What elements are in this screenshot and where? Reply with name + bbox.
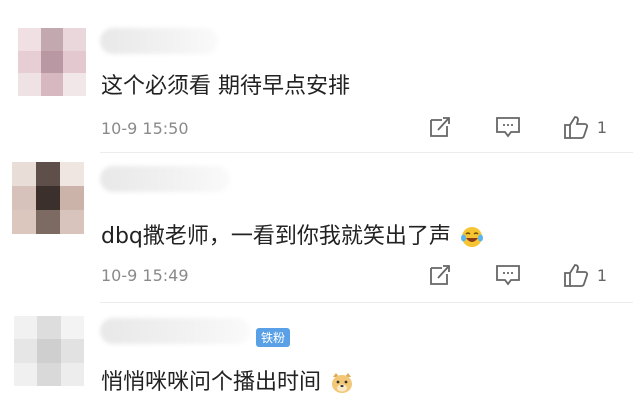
comment-icon[interactable]	[495, 262, 521, 288]
username-blurred	[100, 28, 218, 54]
thumb-up-icon[interactable]	[563, 114, 589, 140]
avatar[interactable]	[14, 316, 84, 386]
comment-actions: 1	[427, 114, 607, 140]
thumb-up-icon[interactable]	[563, 262, 589, 288]
like-count: 1	[596, 117, 607, 137]
like-count: 1	[596, 265, 607, 285]
comment-text-content: 悄悄咪咪问个播出时间	[101, 370, 322, 395]
comment-item: 铁粉 悄悄咪咪问个播出时间	[0, 304, 633, 407]
divider	[100, 302, 633, 303]
username-blurred	[100, 166, 230, 192]
username-blurred	[100, 318, 250, 344]
laugh-cry-emoji-icon	[460, 227, 483, 247]
comment-actions: 1	[427, 262, 607, 288]
fan-badge: 铁粉	[256, 328, 291, 347]
avatar[interactable]	[18, 28, 86, 96]
comment-text-content: dbq撒老师，一看到你我就笑出了声	[101, 224, 451, 249]
comment-text: dbq撒老师，一看到你我就笑出了声	[101, 218, 484, 250]
comment-timestamp: 10-9 15:50	[101, 119, 189, 138]
comment-timestamp: 10-9 15:49	[101, 266, 189, 285]
edit-icon[interactable]	[427, 114, 453, 140]
comment-text: 这个必须看 期待早点安排	[101, 74, 350, 99]
comment-item: 这个必须看 期待早点安排 10-9 15:50 1	[0, 0, 633, 150]
doge-emoji-icon	[332, 373, 353, 393]
avatar[interactable]	[12, 162, 84, 234]
comment-icon[interactable]	[495, 114, 521, 140]
comment-item: dbq撒老师，一看到你我就笑出了声 10-9 15:49 1	[0, 150, 633, 304]
edit-icon[interactable]	[427, 262, 453, 288]
comment-text: 悄悄咪咪问个播出时间	[101, 364, 354, 396]
